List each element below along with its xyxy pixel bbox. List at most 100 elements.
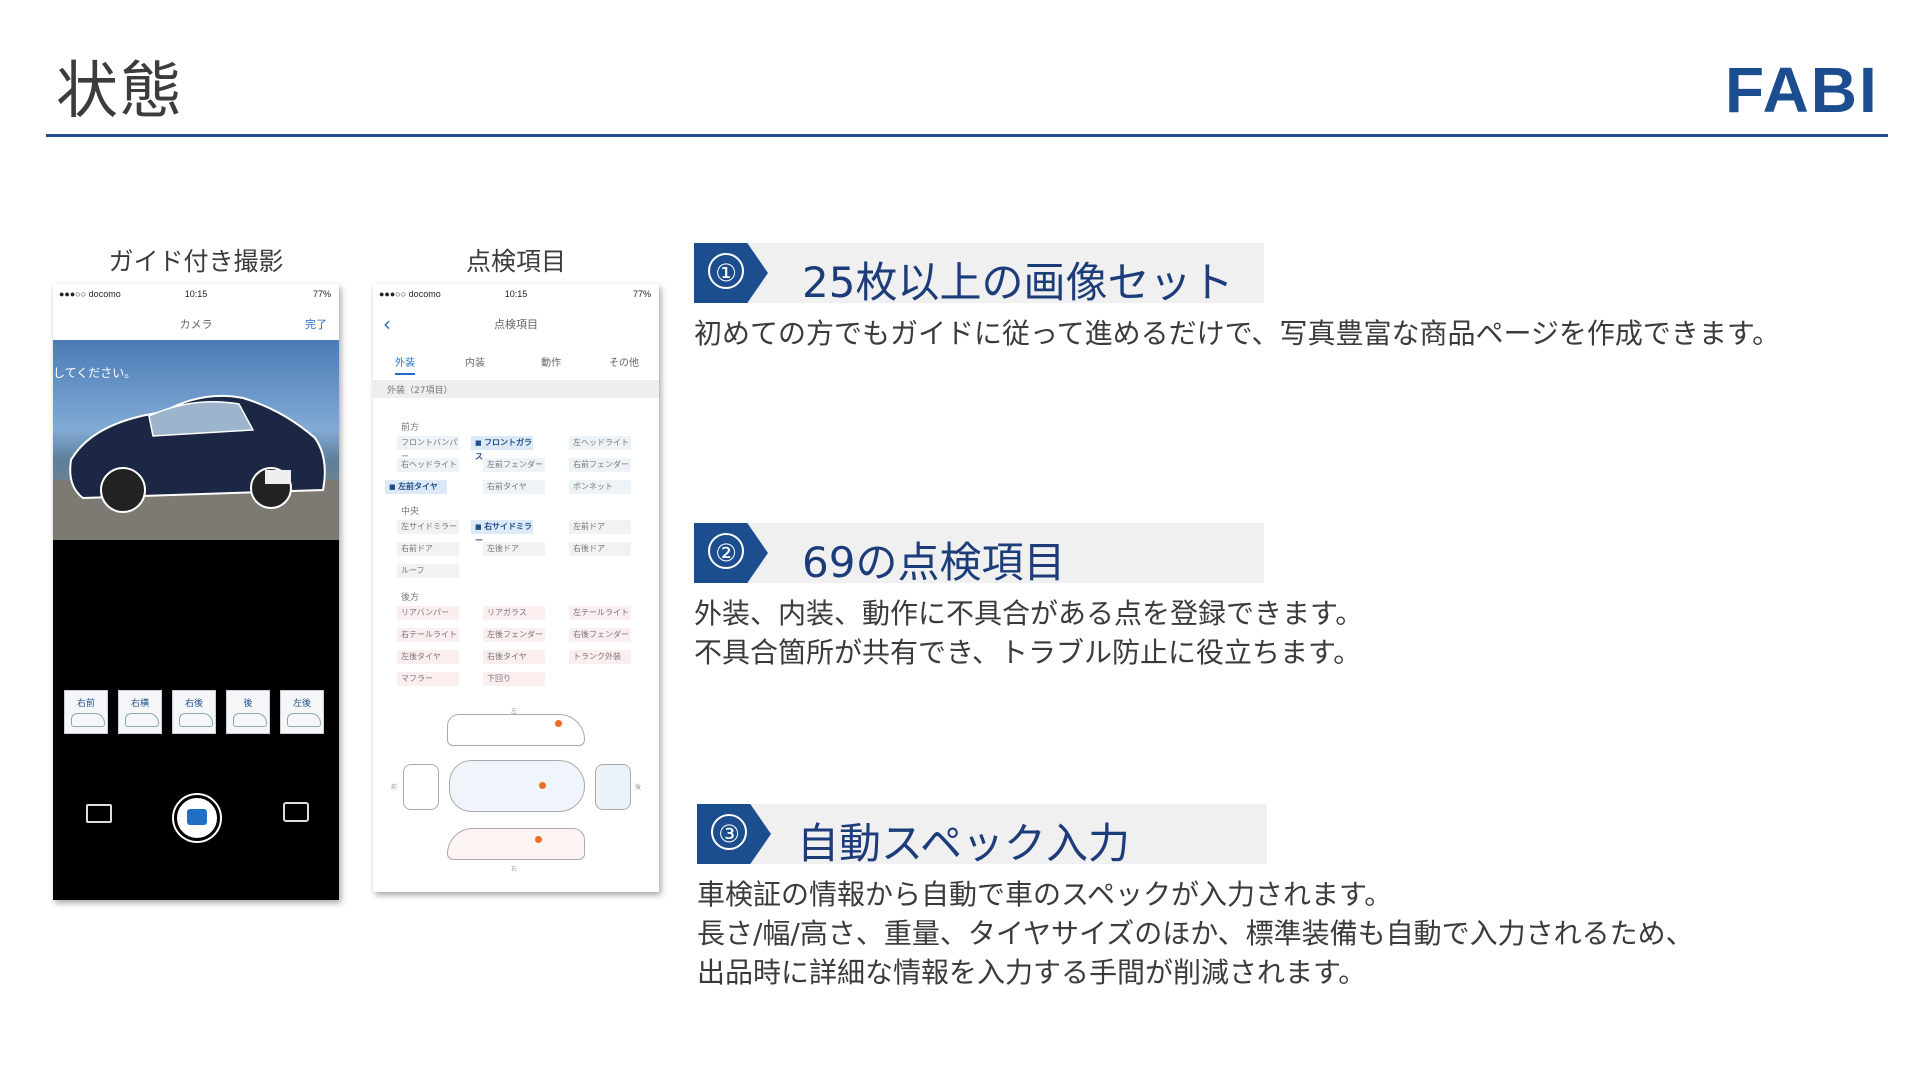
section-header: 外装（27項目） xyxy=(373,380,659,398)
feature-1-band: ① 25枚以上の画像セット xyxy=(694,243,1264,307)
battery-label: 77% xyxy=(632,289,651,299)
camera-icon xyxy=(187,809,207,825)
car-rear-view xyxy=(595,764,631,810)
title-divider xyxy=(46,134,1888,137)
item-chip[interactable]: 右後ドア xyxy=(569,542,631,556)
slide-title: 状態 xyxy=(56,54,185,127)
status-bar: ●●●○○ docomo 10:15 77% xyxy=(373,284,659,306)
feature-2-band: ② 69の点検項目 xyxy=(694,523,1264,587)
diagram-label-bottom: 右 xyxy=(511,866,518,873)
clock-label: 10:15 xyxy=(184,289,208,299)
car-side-bottom-view xyxy=(447,828,585,860)
item-chip[interactable]: 右後フェンダー xyxy=(569,628,631,642)
thumb-label: 右横 xyxy=(130,699,149,709)
feature-3-band: ③ 自動スペック入力 xyxy=(697,804,1267,868)
car-icon xyxy=(179,713,213,727)
feature-1-desc-line-1: 初めての方でもガイドに従って進めるだけで、写真豊富な商品ページを作成できます。 xyxy=(694,317,1781,350)
switch-camera-icon[interactable] xyxy=(283,802,309,822)
car-damage-diagram[interactable]: 左 右 前 後 xyxy=(391,706,641,873)
item-chip[interactable]: 右前フェンダー xyxy=(569,458,631,472)
item-chip[interactable]: 右前ドア xyxy=(397,542,459,556)
item-chip[interactable]: 下回り xyxy=(483,672,545,686)
damage-marker[interactable] xyxy=(535,836,542,843)
status-bar: ●●●○○ docomo 10:15 77% xyxy=(53,284,339,306)
tab-operation[interactable]: 動作 xyxy=(541,354,561,369)
item-chip[interactable]: リアガラス xyxy=(483,606,545,620)
car-icon xyxy=(71,713,105,727)
tab-exterior[interactable]: 外装 xyxy=(395,354,415,375)
tab-interior[interactable]: 内装 xyxy=(465,354,485,369)
group-front-label: 前方 xyxy=(401,423,420,433)
thumb-right-front[interactable]: 右前 xyxy=(64,690,108,734)
item-chip[interactable]: フロントバンパー xyxy=(397,436,459,461)
album-icon[interactable] xyxy=(86,804,112,823)
item-chip[interactable]: 左後ドア xyxy=(483,542,545,556)
logo-text: FABI xyxy=(1725,58,1879,116)
item-chip[interactable]: 右前タイヤ xyxy=(483,480,545,494)
feature-2-title: 69の点検項目 xyxy=(802,538,1066,587)
feature-1-title: 25枚以上の画像セット xyxy=(802,258,1234,307)
feature-2-desc-line-2: 不具合箇所が共有でき、トラブル防止に役立ちます。 xyxy=(694,636,1362,669)
item-chip[interactable]: 左前ドア xyxy=(569,520,631,534)
carrier-label: ●●●○○ docomo xyxy=(379,289,441,299)
car-top-view xyxy=(449,760,585,812)
item-chip[interactable]: 左サイドミラー xyxy=(397,520,459,534)
thumb-right-rear[interactable]: 右後 xyxy=(172,690,216,734)
car-outline-overlay xyxy=(53,394,339,540)
item-chip[interactable]: 右サイドミラー xyxy=(471,520,533,545)
item-chip[interactable]: 右後タイヤ xyxy=(483,650,545,664)
item-chip[interactable]: マフラー xyxy=(397,672,459,686)
item-chip[interactable]: 左テールライト xyxy=(569,606,631,620)
car-icon xyxy=(125,713,159,727)
guide-thumbnail-strip[interactable]: 右前 右横 右後 後 左後 xyxy=(64,690,339,736)
damage-marker[interactable] xyxy=(555,720,562,727)
item-chip[interactable]: トランク外装 xyxy=(569,650,631,664)
item-chip[interactable]: ルーフ xyxy=(397,564,459,578)
feature-3-number: ③ xyxy=(711,814,747,850)
item-chip[interactable]: ボンネット xyxy=(569,480,631,494)
camera-navbar: カメラ 完了 xyxy=(53,306,339,340)
feature-3-desc-line-3: 出品時に詳細な情報を入力する手間が削減されます。 xyxy=(697,956,1367,989)
inspection-nav-title: 点検項目 xyxy=(494,318,538,331)
feature-1-number: ① xyxy=(708,253,744,289)
item-chip[interactable]: 左後タイヤ xyxy=(397,650,459,664)
group-center-label: 中央 xyxy=(401,507,420,517)
car-front-view xyxy=(403,764,439,810)
item-chip[interactable]: 右ヘッドライト xyxy=(397,458,459,472)
section-title: 外装（27項目） xyxy=(387,386,453,396)
guide-caption: ガイド付き撮影 xyxy=(108,247,284,276)
item-chip[interactable]: 右テールライト xyxy=(397,628,459,642)
diagram-label-left: 前 xyxy=(391,784,398,791)
inspection-tabs: 外装 内装 動作 その他 xyxy=(373,348,659,375)
guide-camera-screen: ●●●○○ docomo 10:15 77% カメラ 完了 してください。 右前… xyxy=(53,284,339,900)
item-chip[interactable]: 左前フェンダー xyxy=(483,458,545,472)
feature-3-desc-line-2: 長さ/幅/高さ、重量、タイヤサイズのほか、標準装備も自動で入力されるため、 xyxy=(697,917,1694,950)
item-chip[interactable]: 左後フェンダー xyxy=(483,628,545,642)
car-photo-preview: してください。 xyxy=(53,340,339,540)
tab-other[interactable]: その他 xyxy=(609,354,639,369)
car-side-top-view xyxy=(447,714,585,746)
damage-marker[interactable] xyxy=(539,782,546,789)
item-chip[interactable]: 左前タイヤ xyxy=(385,480,447,494)
thumb-right-side[interactable]: 右横 xyxy=(118,690,162,734)
carrier-label: ●●●○○ docomo xyxy=(59,289,121,299)
inspection-navbar: ‹ 点検項目 xyxy=(373,306,659,340)
item-chip[interactable]: 左ヘッドライト xyxy=(569,436,631,450)
feature-2-desc-line-1: 外装、内装、動作に不具合がある点を登録できます。 xyxy=(694,597,1364,630)
thumb-left-rear[interactable]: 左後 xyxy=(280,690,324,734)
inspection-screen: ●●●○○ docomo 10:15 77% ‹ 点検項目 外装 内装 動作 そ… xyxy=(373,284,659,892)
item-chip[interactable]: リアバンパー xyxy=(397,606,459,620)
thumb-label: 右後 xyxy=(184,699,203,709)
item-chip[interactable]: フロントガラス xyxy=(471,436,533,461)
thumb-label: 右前 xyxy=(76,699,95,709)
group-rear-label: 後方 xyxy=(401,593,420,603)
car-icon xyxy=(233,713,267,727)
done-button[interactable]: 完了 xyxy=(305,316,327,332)
fabi-logo: FABI xyxy=(1725,58,1879,116)
inspection-caption: 点検項目 xyxy=(465,247,566,276)
thumb-rear[interactable]: 後 xyxy=(226,690,270,734)
feature-2-number: ② xyxy=(708,533,744,569)
shutter-button[interactable] xyxy=(174,795,220,841)
car-icon xyxy=(287,713,321,727)
feature-3-desc-line-1: 車検証の情報から自動で車のスペックが入力されます。 xyxy=(697,878,1393,911)
